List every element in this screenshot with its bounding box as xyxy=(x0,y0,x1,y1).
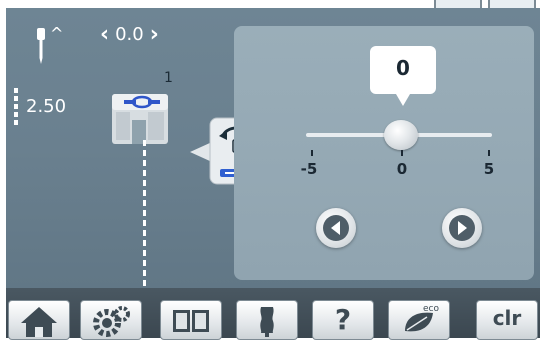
presser-foot-number: 1 xyxy=(164,70,173,86)
stitch-length-value[interactable]: 2.50 xyxy=(26,96,66,117)
arrow-right-icon xyxy=(449,215,475,241)
settings-button[interactable] xyxy=(80,300,142,340)
eco-button[interactable]: eco xyxy=(388,300,450,340)
chevron-left-icon[interactable]: ‹ xyxy=(100,23,109,45)
needle-caret: ^ xyxy=(50,24,64,43)
stitch-length-marker xyxy=(14,88,18,126)
slider-knob[interactable] xyxy=(383,120,418,150)
help-icon: ? xyxy=(334,303,352,336)
tick-max xyxy=(488,150,490,156)
needle-icon[interactable] xyxy=(34,28,48,64)
arrow-left-icon xyxy=(323,215,349,241)
chevron-right-icon[interactable]: › xyxy=(150,23,159,45)
stitch-line xyxy=(143,140,146,288)
tutorial-button[interactable] xyxy=(160,300,222,340)
tick-label-mid: 0 xyxy=(396,160,408,178)
clear-button[interactable]: clr xyxy=(476,300,538,340)
needle-offset-value: 0.0 xyxy=(115,24,144,45)
tick-mid xyxy=(401,150,403,156)
consultant-button[interactable] xyxy=(236,300,298,340)
home-icon xyxy=(21,307,57,337)
tick-label-max: 5 xyxy=(483,160,495,178)
clear-label: clr xyxy=(492,306,522,330)
dress-form-icon xyxy=(260,307,274,337)
tick-min xyxy=(311,150,313,156)
book-icon xyxy=(173,310,209,332)
decrease-button[interactable] xyxy=(316,208,356,248)
presser-foot-icon[interactable] xyxy=(106,82,172,144)
current-value: 0 xyxy=(396,56,410,80)
settings-icon xyxy=(93,306,130,337)
increase-button[interactable] xyxy=(442,208,482,248)
tick-label-min: -5 xyxy=(300,160,318,178)
needle-offset-readout[interactable]: ‹ 0.0 › xyxy=(100,23,159,45)
eco-label: eco xyxy=(423,304,439,314)
help-button[interactable]: ? xyxy=(312,300,374,340)
home-button[interactable] xyxy=(8,300,70,340)
eco-leaf-icon xyxy=(405,312,433,332)
